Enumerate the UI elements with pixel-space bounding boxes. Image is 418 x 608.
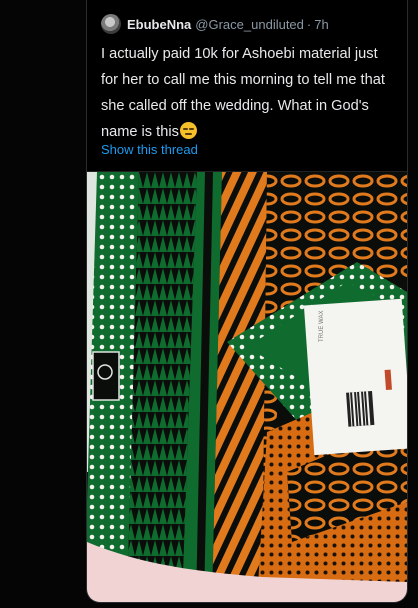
svg-text:TRUE WAX: TRUE WAX bbox=[319, 311, 325, 342]
avatar[interactable] bbox=[101, 14, 121, 34]
user-handle[interactable]: @Grace_undiluted bbox=[195, 17, 304, 32]
tweet-body: I actually paid 10k for Ashoebi material… bbox=[101, 46, 385, 140]
pensive-face-emoji-icon bbox=[179, 122, 197, 139]
fabric-photo-icon: VERITABLE TRUE WAX bbox=[87, 172, 407, 602]
tweet-text: I actually paid 10k for Ashoebi material… bbox=[101, 41, 397, 145]
tweet-media-image[interactable]: VERITABLE TRUE WAX bbox=[87, 171, 407, 602]
tweet-timestamp[interactable]: 7h bbox=[314, 17, 328, 32]
tweet-card[interactable]: EbubeNna @Grace_undiluted · 7h I actuall… bbox=[86, 0, 408, 603]
tweet-header: EbubeNna @Grace_undiluted · 7h bbox=[101, 13, 397, 35]
show-thread-link[interactable]: Show this thread bbox=[101, 142, 198, 157]
display-name[interactable]: EbubeNna bbox=[127, 17, 191, 32]
header-separator: · bbox=[306, 16, 312, 32]
